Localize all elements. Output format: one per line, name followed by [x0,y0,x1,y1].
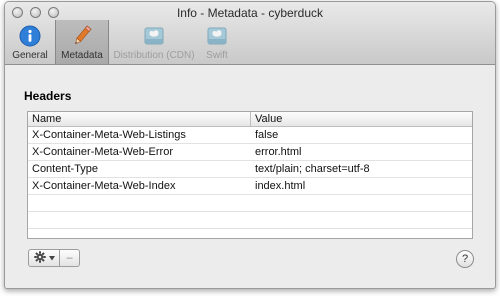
help-button[interactable]: ? [456,250,474,268]
column-header-name[interactable]: Name [28,112,251,126]
gear-icon [33,250,46,266]
header-name-cell[interactable]: X-Container-Meta-Web-Error [28,144,251,160]
cloud-drive-icon [204,24,230,48]
window-title: Info - Metadata - cyberduck [176,6,324,20]
header-name-cell[interactable]: X-Container-Meta-Web-Listings [28,127,251,143]
metadata-panel: Headers Name Value X-Container-Meta-Web-… [5,65,495,288]
header-value-cell[interactable]: error.html [251,144,301,160]
tab-distribution-cdn[interactable]: Distribution (CDN) [109,20,199,64]
header-value-cell[interactable]: index.html [251,178,305,194]
table-header: Name Value [28,112,472,127]
cloud-drive-icon [141,24,167,48]
empty-table-row [28,195,472,212]
header-name-cell[interactable]: Content-Type [28,161,251,177]
table-row[interactable]: X-Container-Meta-Web-Index index.html [28,178,472,195]
table-row[interactable]: X-Container-Meta-Web-Error error.html [28,144,472,161]
header-value-cell[interactable]: false [251,127,278,143]
chevron-down-icon [48,252,55,264]
tab-distribution-cdn-label: Distribution (CDN) [113,50,195,61]
table-row[interactable]: X-Container-Meta-Web-Listings false [28,127,472,144]
table-row[interactable]: Content-Type text/plain; charset=utf-8 [28,161,472,178]
remove-header-button[interactable]: – [60,249,80,267]
table-actions: – [28,249,80,267]
title-bar: Info - Metadata - cyberduck General Meta… [5,2,495,65]
empty-table-row [28,212,472,229]
info-icon [17,24,43,48]
toolbar: General Metadata Distribution (CDN) Swif… [5,20,235,64]
action-menu-button[interactable] [28,249,60,267]
tab-metadata[interactable]: Metadata [55,20,109,64]
empty-table-row [28,229,472,238]
headers-table[interactable]: Name Value X-Container-Meta-Web-Listings… [27,111,473,239]
headers-heading: Headers [24,89,72,103]
header-value-cell[interactable]: text/plain; charset=utf-8 [251,161,370,177]
tab-metadata-label: Metadata [61,50,103,61]
tab-general-label: General [12,50,48,61]
tab-swift-label: Swift [206,50,228,61]
header-name-cell[interactable]: X-Container-Meta-Web-Index [28,178,251,194]
column-header-value[interactable]: Value [251,112,282,126]
tab-general[interactable]: General [5,20,55,64]
pencil-icon [69,24,95,48]
info-window: Info - Metadata - cyberduck General Meta… [4,1,496,289]
tab-swift[interactable]: Swift [199,20,235,64]
